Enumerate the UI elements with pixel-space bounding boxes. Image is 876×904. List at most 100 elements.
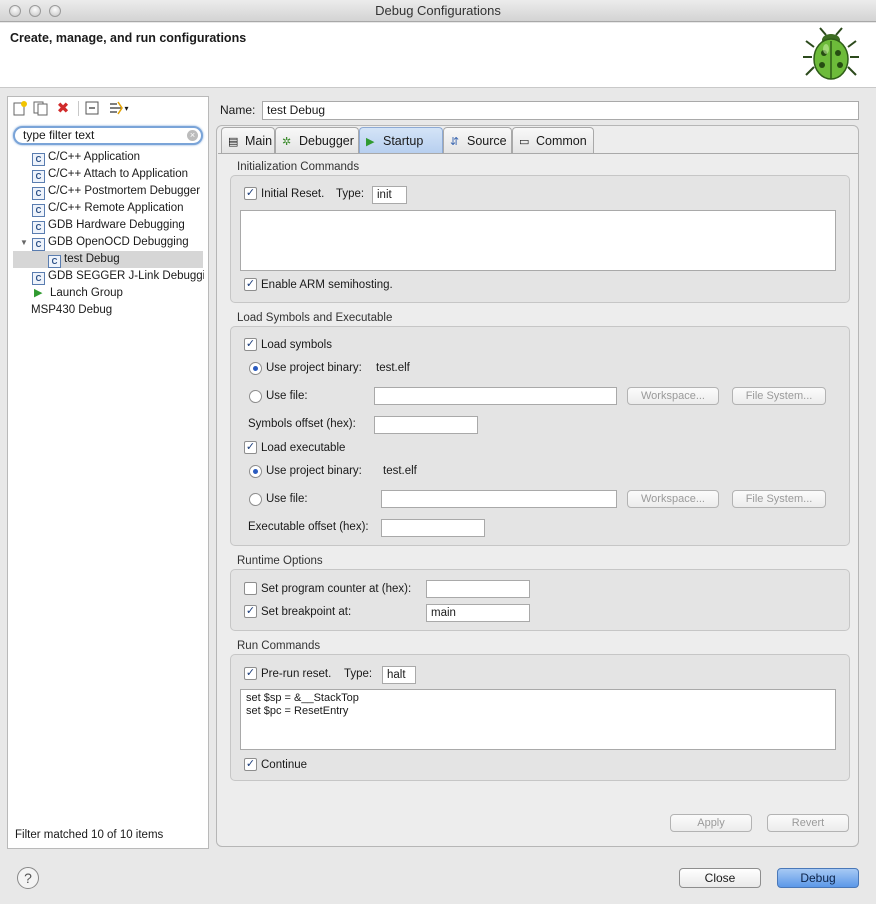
run-group-title: Run Commands	[237, 640, 321, 652]
symbols-project-binary-radio[interactable]	[249, 362, 262, 375]
new-config-icon[interactable]	[12, 100, 28, 116]
run-type-input[interactable]: halt	[382, 666, 416, 684]
load-group	[230, 326, 850, 546]
close-button[interactable]: Close	[679, 868, 761, 888]
tab-startup[interactable]: ▶ Startup	[359, 127, 443, 153]
debug-button[interactable]: Debug	[777, 868, 859, 888]
tab-main[interactable]: ▤ Main	[221, 127, 275, 153]
c-config-icon: C	[32, 153, 45, 166]
close-window-icon[interactable]	[9, 5, 21, 17]
exec-filesystem-button[interactable]: File System...	[732, 490, 826, 508]
exec-project-binary-label: Use project binary:	[266, 465, 362, 477]
tab-common[interactable]: ▭ Common	[512, 127, 594, 153]
semihosting-label: Enable ARM semihosting.	[261, 279, 393, 291]
c-config-icon: C	[32, 170, 45, 183]
tree-item-c-application[interactable]: C C/C++ Application	[8, 149, 204, 166]
initial-reset-checkbox[interactable]: ✓	[244, 187, 257, 200]
exec-use-file-radio[interactable]	[249, 493, 262, 506]
init-group-title: Initialization Commands	[237, 161, 360, 173]
exec-binary-value: test.elf	[383, 465, 417, 477]
tree-item-c-postmortem[interactable]: C C/C++ Postmortem Debugger	[8, 183, 204, 200]
symbols-filesystem-button[interactable]: File System...	[732, 387, 826, 405]
collapse-all-icon[interactable]	[84, 100, 100, 116]
set-breakpoint-checkbox[interactable]: ✓	[244, 605, 257, 618]
filter-menu-icon[interactable]: ▾	[106, 100, 132, 116]
startup-tab-icon: ▶	[366, 136, 375, 148]
help-icon[interactable]: ?	[17, 867, 39, 889]
tree-item-msp430[interactable]: MSP430 Debug	[8, 302, 204, 319]
tree-item-launch-group[interactable]: ▶ Launch Group	[8, 285, 204, 302]
delete-config-icon[interactable]: ✖	[55, 100, 71, 117]
config-toolbar: ✖ ▾	[8, 97, 208, 121]
configuration-list-panel: ✖ ▾ type filter text × C C/C++ Applicatio…	[7, 96, 209, 849]
dialog-header: Create, manage, and run configurations	[0, 23, 876, 88]
runtime-group	[230, 569, 850, 631]
apply-button[interactable]: Apply	[670, 814, 752, 832]
name-input[interactable]: test Debug	[262, 101, 859, 120]
init-type-label: Type:	[336, 188, 365, 200]
common-tab-icon: ▭	[519, 136, 530, 148]
tab-debugger[interactable]: ✲ Debugger	[275, 127, 359, 153]
symbols-workspace-button[interactable]: Workspace...	[627, 387, 719, 405]
symbols-project-binary-label: Use project binary:	[266, 362, 362, 374]
init-commands-textarea[interactable]	[240, 210, 836, 271]
set-pc-label: Set program counter at (hex):	[261, 583, 412, 595]
continue-label: Continue	[261, 759, 308, 771]
semihosting-checkbox[interactable]: ✓	[244, 278, 257, 291]
symbols-use-file-radio[interactable]	[249, 390, 262, 403]
c-config-icon: C	[32, 204, 45, 217]
c-config-icon: C	[48, 255, 61, 268]
tree-item-c-remote[interactable]: C C/C++ Remote Application	[8, 200, 204, 217]
duplicate-config-icon[interactable]	[32, 100, 48, 116]
load-executable-label: Load executable	[261, 442, 346, 454]
startup-tab-page: Initialization Commands ✓ Initial Reset.…	[218, 153, 858, 791]
zoom-window-icon[interactable]	[49, 5, 61, 17]
exec-workspace-button[interactable]: Workspace...	[627, 490, 719, 508]
symbols-binary-value: test.elf	[376, 362, 410, 374]
initial-reset-label: Initial Reset.	[261, 188, 325, 200]
tree-item-gdb-openocd[interactable]: ▼ C GDB OpenOCD Debugging	[8, 234, 204, 251]
bug-icon	[803, 27, 859, 80]
load-symbols-checkbox[interactable]: ✓	[244, 338, 257, 351]
expand-arrow-icon[interactable]: ▼	[20, 234, 32, 251]
tree-item-gdb-segger[interactable]: C GDB SEGGER J-Link Debugging	[8, 268, 204, 285]
clear-filter-icon[interactable]: ×	[187, 130, 198, 141]
tree-item-gdb-hardware[interactable]: C GDB Hardware Debugging	[8, 217, 204, 234]
tree-item-c-attach[interactable]: C C/C++ Attach to Application	[8, 166, 204, 183]
load-group-title: Load Symbols and Executable	[237, 312, 393, 324]
revert-button[interactable]: Revert	[767, 814, 849, 832]
filter-status: Filter matched 10 of 10 items	[15, 829, 164, 841]
exec-offset-label: Executable offset (hex):	[248, 521, 369, 533]
header-title: Create, manage, and run configurations	[10, 31, 247, 45]
tree-item-test-debug[interactable]: Ctest Debug	[13, 251, 203, 268]
tab-source[interactable]: ⇵ Source	[443, 127, 512, 153]
symbols-use-file-label: Use file:	[266, 390, 308, 402]
set-pc-input[interactable]	[426, 580, 530, 598]
symbols-offset-label: Symbols offset (hex):	[248, 418, 356, 430]
symbols-offset-input[interactable]	[374, 416, 478, 434]
init-type-input[interactable]: init	[372, 186, 407, 204]
set-breakpoint-label: Set breakpoint at:	[261, 606, 352, 618]
exec-file-input[interactable]	[381, 490, 617, 508]
load-executable-checkbox[interactable]: ✓	[244, 441, 257, 454]
set-pc-checkbox[interactable]	[244, 582, 257, 595]
symbols-file-input[interactable]	[374, 387, 617, 405]
prerun-reset-checkbox[interactable]: ✓	[244, 667, 257, 680]
debugger-tab-icon: ✲	[282, 136, 292, 148]
window-title: Debug Configurations	[375, 3, 501, 18]
source-tab-icon: ⇵	[450, 136, 460, 148]
runtime-group-title: Runtime Options	[237, 555, 323, 567]
minimize-window-icon[interactable]	[29, 5, 41, 17]
exec-project-binary-radio[interactable]	[249, 465, 262, 478]
continue-checkbox[interactable]: ✓	[244, 758, 257, 771]
run-commands-textarea[interactable]: set $sp = &__StackTop set $pc = ResetEnt…	[240, 689, 836, 750]
main-tab-icon: ▤	[228, 136, 239, 148]
exec-offset-input[interactable]	[381, 519, 485, 537]
c-config-icon: C	[32, 272, 45, 285]
c-config-icon: C	[32, 238, 45, 251]
c-config-icon: C	[32, 221, 45, 234]
launch-icon: ▶	[34, 287, 43, 299]
filter-text: type filter text	[23, 128, 95, 142]
set-breakpoint-input[interactable]: main	[426, 604, 530, 622]
filter-input[interactable]: type filter text ×	[13, 126, 203, 145]
